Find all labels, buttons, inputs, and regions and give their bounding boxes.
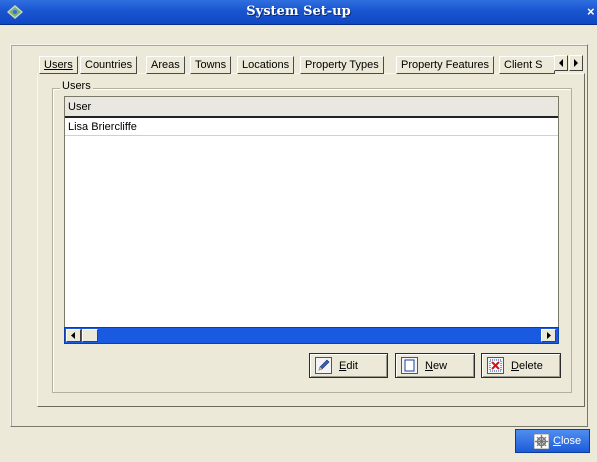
- arrow-left-icon: [71, 332, 75, 339]
- users-grid: User Lisa Briercliffe: [64, 96, 559, 341]
- new-button[interactable]: New: [395, 353, 475, 378]
- tab-scroll-right-button[interactable]: [569, 55, 583, 71]
- users-group-legend: Users: [60, 80, 93, 92]
- edit-label: dit: [346, 360, 358, 372]
- tab-scroll-arrows: [554, 55, 584, 71]
- tab-property-features[interactable]: Property Features: [396, 56, 495, 74]
- new-hotkey: N: [425, 360, 433, 372]
- horizontal-scrollbar[interactable]: [64, 327, 559, 344]
- window-title: System Set-up: [246, 4, 351, 19]
- close-label: lose: [560, 435, 582, 447]
- tab-client-settings[interactable]: Client S: [499, 56, 555, 74]
- scroll-left-button[interactable]: [66, 329, 81, 342]
- tab-scroll-left-button[interactable]: [554, 55, 568, 71]
- delete-hotkey: D: [511, 360, 519, 372]
- pencil-icon: [315, 357, 332, 374]
- new-document-icon: [401, 357, 418, 374]
- close-hotkey: C: [553, 435, 561, 447]
- grid-header-label: User: [68, 101, 92, 113]
- tab-users[interactable]: Users: [39, 56, 78, 74]
- delete-label: elete: [518, 360, 543, 372]
- edit-button[interactable]: Edit: [309, 353, 388, 378]
- close-button[interactable]: Close: [515, 429, 590, 453]
- scroll-right-button[interactable]: [541, 329, 556, 342]
- scroll-thumb[interactable]: [82, 329, 98, 342]
- title-bar: System Set-up ×: [0, 0, 597, 25]
- arrow-right-icon: [547, 332, 551, 339]
- tab-property-types[interactable]: Property Types: [300, 56, 384, 74]
- new-label: ew: [432, 360, 448, 372]
- tab-areas[interactable]: Areas: [146, 56, 185, 74]
- delete-x-icon: [487, 357, 504, 374]
- tab-towns[interactable]: Towns: [190, 56, 232, 74]
- arrow-left-icon: [559, 59, 563, 67]
- tab-locations[interactable]: Locations: [237, 56, 295, 74]
- table-row[interactable]: Lisa Briercliffe: [65, 118, 558, 136]
- tab-countries[interactable]: Countries: [80, 56, 138, 74]
- tab-strip: Users Countries Areas Towns Locations Pr…: [39, 56, 569, 74]
- arrow-right-icon: [574, 59, 578, 67]
- title-close-button[interactable]: ×: [587, 4, 597, 20]
- close-gear-icon: [534, 434, 549, 449]
- grid-cell-user: Lisa Briercliffe: [68, 121, 137, 133]
- grid-header-user[interactable]: User: [65, 97, 558, 118]
- delete-button[interactable]: Delete: [481, 353, 561, 378]
